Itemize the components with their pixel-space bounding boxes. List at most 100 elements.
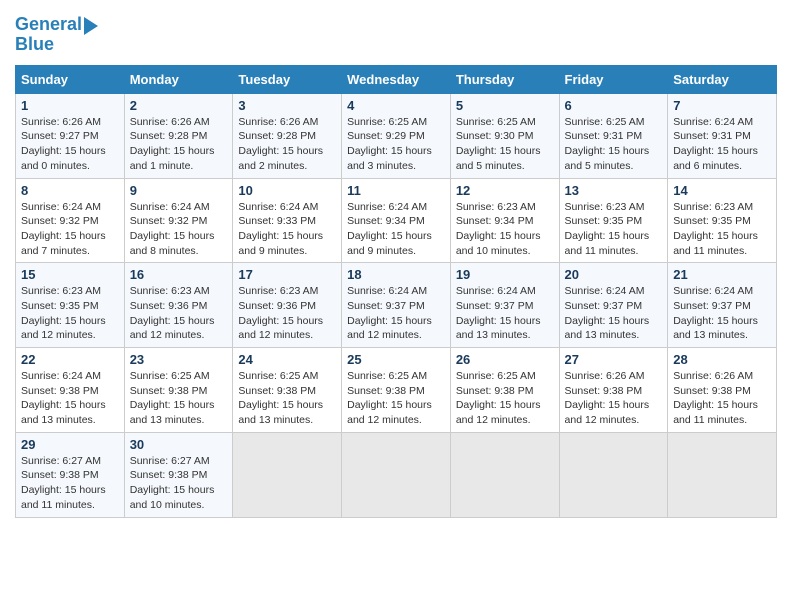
day-number: 6: [565, 98, 663, 113]
table-row: 24 Sunrise: 6:25 AM Sunset: 9:38 PM Dayli…: [233, 348, 342, 433]
day-header-tuesday: Tuesday: [233, 65, 342, 93]
day-header-saturday: Saturday: [668, 65, 777, 93]
day-info: Sunrise: 6:25 AM Sunset: 9:29 PM Dayligh…: [347, 115, 445, 174]
day-info: Sunrise: 6:24 AM Sunset: 9:38 PM Dayligh…: [21, 369, 119, 428]
table-row: 15Sunrise: 6:23 AM Sunset: 9:35 PM Dayli…: [16, 263, 125, 348]
day-number: 5: [456, 98, 554, 113]
day-header-wednesday: Wednesday: [342, 65, 451, 93]
day-info: Sunrise: 6:26 AM Sunset: 9:28 PM Dayligh…: [130, 115, 228, 174]
table-row: 21 Sunrise: 6:24 AM Sunset: 9:37 PM Dayli…: [668, 263, 777, 348]
table-row: [233, 432, 342, 517]
day-number: 1: [21, 98, 119, 113]
day-info: Sunrise: 6:25 AM Sunset: 9:38 PM Dayligh…: [456, 369, 554, 428]
day-number: 23: [130, 352, 228, 367]
day-info: Sunrise: 6:25 AM Sunset: 9:30 PM Dayligh…: [456, 115, 554, 174]
table-row: 27 Sunrise: 6:26 AM Sunset: 9:38 PM Dayli…: [559, 348, 668, 433]
table-row: 25 Sunrise: 6:25 AM Sunset: 9:38 PM Dayli…: [342, 348, 451, 433]
table-row: 22 Sunrise: 6:24 AM Sunset: 9:38 PM Dayli…: [16, 348, 125, 433]
table-row: [342, 432, 451, 517]
day-info: Sunrise: 6:24 AM Sunset: 9:37 PM Dayligh…: [673, 284, 771, 343]
calendar-week-2: 8Sunrise: 6:24 AM Sunset: 9:32 PM Daylig…: [16, 178, 777, 263]
day-number: 22: [21, 352, 119, 367]
header-row: SundayMondayTuesdayWednesdayThursdayFrid…: [16, 65, 777, 93]
logo-text: General: [15, 15, 82, 35]
day-info: Sunrise: 6:27 AM Sunset: 9:38 PM Dayligh…: [21, 454, 119, 513]
table-row: 20 Sunrise: 6:24 AM Sunset: 9:37 PM Dayli…: [559, 263, 668, 348]
calendar-week-3: 15Sunrise: 6:23 AM Sunset: 9:35 PM Dayli…: [16, 263, 777, 348]
table-row: 26Sunrise: 6:25 AM Sunset: 9:38 PM Dayli…: [450, 348, 559, 433]
day-number: 16: [130, 267, 228, 282]
table-row: 6 Sunrise: 6:25 AM Sunset: 9:31 PM Daylig…: [559, 93, 668, 178]
day-info: Sunrise: 6:23 AM Sunset: 9:35 PM Dayligh…: [673, 200, 771, 259]
day-info: Sunrise: 6:24 AM Sunset: 9:37 PM Dayligh…: [565, 284, 663, 343]
day-info: Sunrise: 6:23 AM Sunset: 9:34 PM Dayligh…: [456, 200, 554, 259]
day-number: 2: [130, 98, 228, 113]
day-number: 7: [673, 98, 771, 113]
day-number: 13: [565, 183, 663, 198]
table-row: 17 Sunrise: 6:23 AM Sunset: 9:36 PM Dayli…: [233, 263, 342, 348]
table-row: 11Sunrise: 6:24 AM Sunset: 9:34 PM Dayli…: [342, 178, 451, 263]
table-row: [559, 432, 668, 517]
day-info: Sunrise: 6:26 AM Sunset: 9:27 PM Dayligh…: [21, 115, 119, 174]
day-info: Sunrise: 6:25 AM Sunset: 9:38 PM Dayligh…: [238, 369, 336, 428]
day-number: 29: [21, 437, 119, 452]
day-number: 17: [238, 267, 336, 282]
table-row: 9 Sunrise: 6:24 AM Sunset: 9:32 PM Daylig…: [124, 178, 233, 263]
day-info: Sunrise: 6:24 AM Sunset: 9:32 PM Dayligh…: [130, 200, 228, 259]
table-row: [450, 432, 559, 517]
table-row: 14 Sunrise: 6:23 AM Sunset: 9:35 PM Dayli…: [668, 178, 777, 263]
day-info: Sunrise: 6:23 AM Sunset: 9:35 PM Dayligh…: [21, 284, 119, 343]
day-info: Sunrise: 6:25 AM Sunset: 9:31 PM Dayligh…: [565, 115, 663, 174]
table-row: 8Sunrise: 6:24 AM Sunset: 9:32 PM Daylig…: [16, 178, 125, 263]
calendar-week-4: 22 Sunrise: 6:24 AM Sunset: 9:38 PM Dayli…: [16, 348, 777, 433]
day-header-thursday: Thursday: [450, 65, 559, 93]
day-header-sunday: Sunday: [16, 65, 125, 93]
day-number: 18: [347, 267, 445, 282]
day-info: Sunrise: 6:26 AM Sunset: 9:38 PM Dayligh…: [673, 369, 771, 428]
table-row: 7 Sunrise: 6:24 AM Sunset: 9:31 PM Daylig…: [668, 93, 777, 178]
page-header: General Blue: [15, 15, 777, 55]
day-number: 24: [238, 352, 336, 367]
day-number: 28: [673, 352, 771, 367]
calendar-week-1: 1 Sunrise: 6:26 AM Sunset: 9:27 PM Daylig…: [16, 93, 777, 178]
table-row: 18 Sunrise: 6:24 AM Sunset: 9:37 PM Dayli…: [342, 263, 451, 348]
table-row: 16 Sunrise: 6:23 AM Sunset: 9:36 PM Dayli…: [124, 263, 233, 348]
day-number: 30: [130, 437, 228, 452]
table-row: 19Sunrise: 6:24 AM Sunset: 9:37 PM Dayli…: [450, 263, 559, 348]
day-header-monday: Monday: [124, 65, 233, 93]
day-header-friday: Friday: [559, 65, 668, 93]
day-number: 12: [456, 183, 554, 198]
day-info: Sunrise: 6:24 AM Sunset: 9:37 PM Dayligh…: [347, 284, 445, 343]
table-row: 5 Sunrise: 6:25 AM Sunset: 9:30 PM Daylig…: [450, 93, 559, 178]
table-row: 13 Sunrise: 6:23 AM Sunset: 9:35 PM Dayli…: [559, 178, 668, 263]
table-row: [668, 432, 777, 517]
day-info: Sunrise: 6:23 AM Sunset: 9:35 PM Dayligh…: [565, 200, 663, 259]
day-number: 21: [673, 267, 771, 282]
day-number: 9: [130, 183, 228, 198]
day-number: 4: [347, 98, 445, 113]
logo-blue-text: Blue: [15, 35, 54, 55]
day-info: Sunrise: 6:24 AM Sunset: 9:31 PM Dayligh…: [673, 115, 771, 174]
day-info: Sunrise: 6:23 AM Sunset: 9:36 PM Dayligh…: [238, 284, 336, 343]
day-number: 3: [238, 98, 336, 113]
day-info: Sunrise: 6:25 AM Sunset: 9:38 PM Dayligh…: [130, 369, 228, 428]
table-row: 12 Sunrise: 6:23 AM Sunset: 9:34 PM Dayli…: [450, 178, 559, 263]
day-info: Sunrise: 6:25 AM Sunset: 9:38 PM Dayligh…: [347, 369, 445, 428]
day-number: 10: [238, 183, 336, 198]
day-info: Sunrise: 6:24 AM Sunset: 9:32 PM Dayligh…: [21, 200, 119, 259]
day-number: 25: [347, 352, 445, 367]
day-number: 20: [565, 267, 663, 282]
table-row: 3Sunrise: 6:26 AM Sunset: 9:28 PM Daylig…: [233, 93, 342, 178]
table-row: 4 Sunrise: 6:25 AM Sunset: 9:29 PM Daylig…: [342, 93, 451, 178]
table-row: 10Sunrise: 6:24 AM Sunset: 9:33 PM Dayli…: [233, 178, 342, 263]
table-row: 1 Sunrise: 6:26 AM Sunset: 9:27 PM Daylig…: [16, 93, 125, 178]
logo-arrow-icon: [84, 17, 98, 35]
table-row: 30Sunrise: 6:27 AM Sunset: 9:38 PM Dayli…: [124, 432, 233, 517]
table-row: 29 Sunrise: 6:27 AM Sunset: 9:38 PM Dayli…: [16, 432, 125, 517]
day-info: Sunrise: 6:26 AM Sunset: 9:38 PM Dayligh…: [565, 369, 663, 428]
table-row: 28 Sunrise: 6:26 AM Sunset: 9:38 PM Dayli…: [668, 348, 777, 433]
day-number: 19: [456, 267, 554, 282]
day-number: 27: [565, 352, 663, 367]
day-number: 14: [673, 183, 771, 198]
day-info: Sunrise: 6:23 AM Sunset: 9:36 PM Dayligh…: [130, 284, 228, 343]
